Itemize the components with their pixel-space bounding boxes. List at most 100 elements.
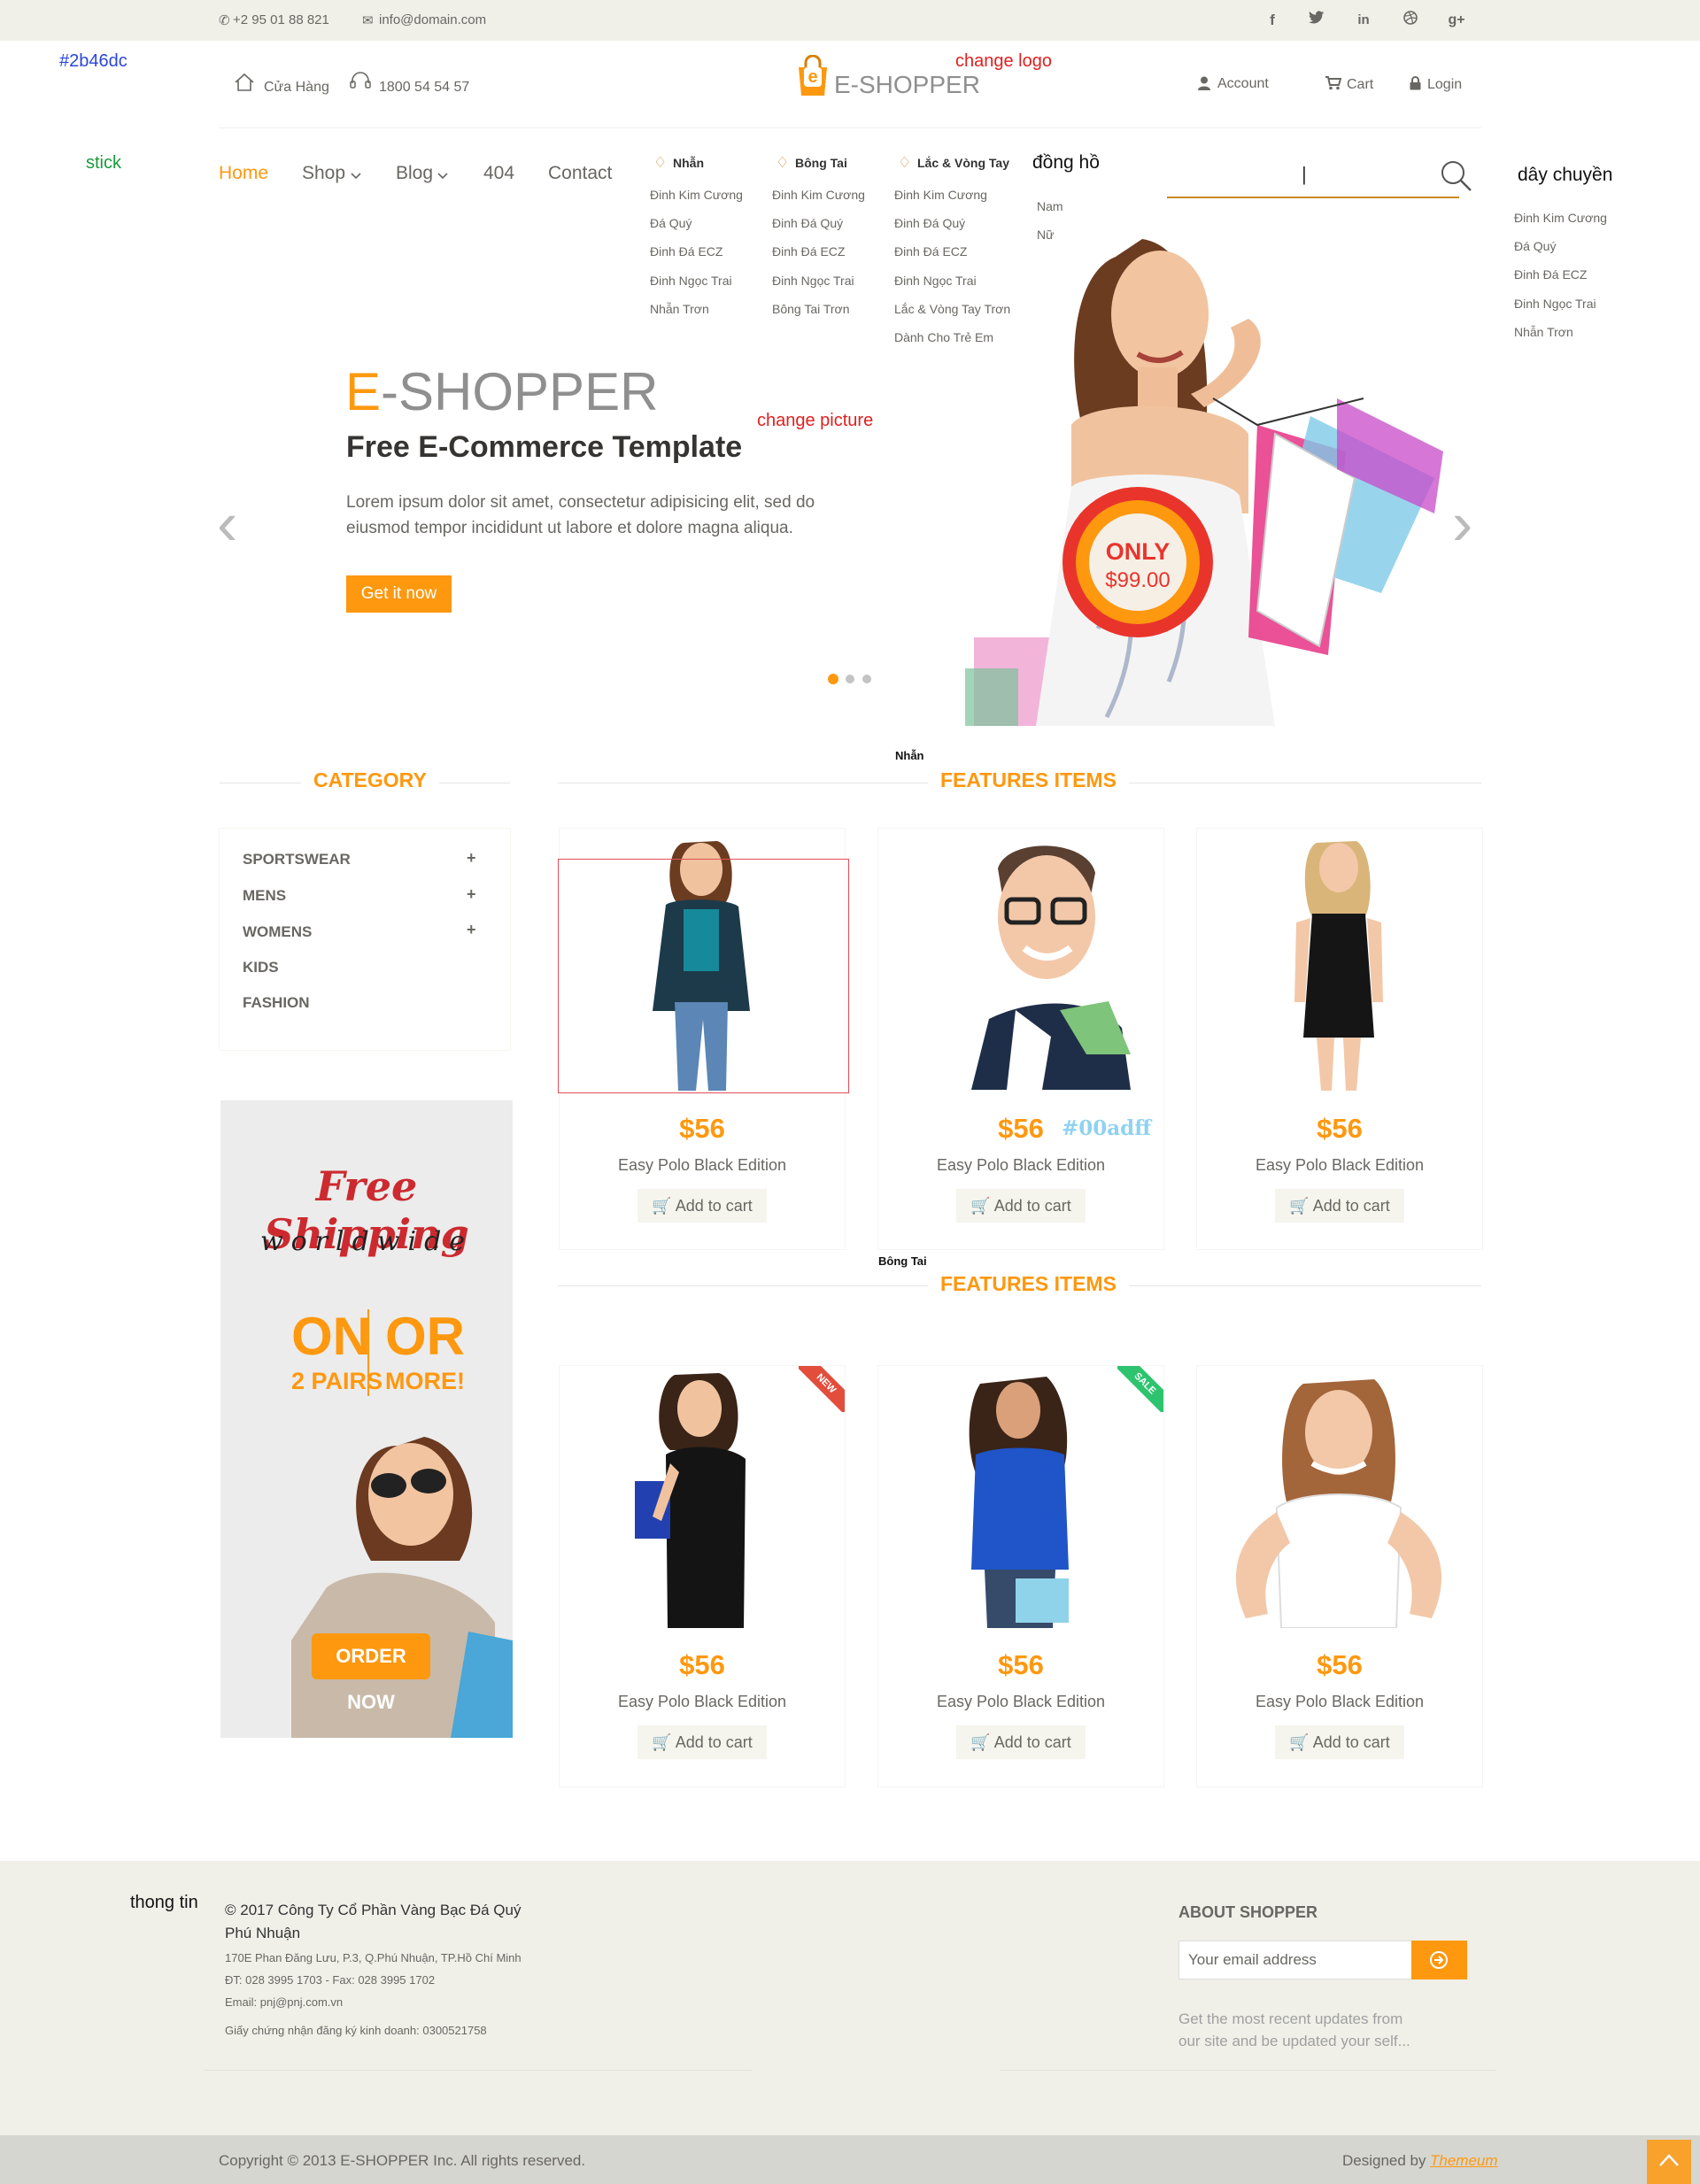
login-link[interactable]: Login [1427,77,1462,93]
facebook-icon[interactable]: f [1261,9,1284,32]
category-panel: SPORTSWEAR + MENS + WOMENS + KIDS FASHIO… [219,828,511,1051]
product-name[interactable]: Easy Polo Black Edition [1197,1156,1482,1175]
mega-col-title[interactable]: Nhẫn [673,156,704,170]
mega-item[interactable]: Bông Tai Trơn [772,302,850,316]
add-to-cart-button[interactable]: 🛒 Add to cart [1275,1189,1404,1223]
features-title: FEATURES ITEMS [928,1272,1129,1296]
get-it-now-button[interactable]: Get it now [346,575,452,613]
plus-icon[interactable]: + [467,921,476,939]
mega-item[interactable]: Đinh Ngọc Trai [772,274,854,288]
product-name[interactable]: Easy Polo Black Edition [1197,1693,1482,1711]
mega-item[interactable]: Đinh Kim Cương [650,188,743,202]
plus-icon[interactable]: + [467,849,476,868]
about-text: Get the most recent updates from our sit… [1178,2010,1410,2049]
add-to-cart-button[interactable]: 🛒 Add to cart [638,1189,767,1223]
annotation-thong-tin: thong tin [130,1893,198,1912]
shipping-banner[interactable]: Free Shipping worldwide ON 2 PAIRS OR MO… [220,1100,513,1738]
designed-by-label: Designed by [1342,2152,1426,2169]
mega-col-title-donghoo[interactable]: đồng hồ [1032,152,1100,174]
nav-shop[interactable]: Shop [302,163,345,184]
slider-brand: E-SHOPPER [345,361,658,422]
category-item[interactable]: SPORTSWEAR [243,851,351,868]
cart-link[interactable]: Cart [1347,77,1373,93]
mega-item[interactable]: Nhẫn Trơn [650,302,709,316]
search-icon[interactable] [1440,159,1473,197]
annotation-change-picture: change picture [757,411,874,430]
price-badge: ONLY $99.00 [1062,487,1213,637]
plus-icon[interactable]: + [467,885,476,904]
account-link[interactable]: Account [1217,76,1269,92]
topbar-email[interactable]: info@domain.com [379,12,486,27]
add-to-cart-label: Add to cart [993,1197,1071,1215]
product-image[interactable] [1206,1366,1472,1628]
product-name[interactable]: Easy Polo Black Edition [560,1156,845,1175]
slider-dot[interactable] [862,675,871,683]
product-card: SALE $56 Easy Polo Black Edition 🛒 Add t… [877,1365,1164,1787]
mega-item[interactable]: Đá Quý [650,216,692,230]
newsletter-email-input[interactable]: Your email address [1178,1941,1412,1979]
slider-dot[interactable] [846,675,854,683]
product-image[interactable] [954,833,1131,1090]
category-item[interactable]: KIDS [243,959,279,976]
footer-email[interactable]: Email: pnj@pnj.com.vn [225,1995,343,2009]
mega-col-title[interactable]: Lắc & Vòng Tay [917,156,1009,170]
product-image[interactable] [1286,834,1392,1091]
nav-404[interactable]: 404 [483,163,514,184]
mega-item[interactable]: Đinh Kim Cương [1514,211,1607,225]
add-to-cart-button[interactable]: 🛒 Add to cart [956,1725,1086,1759]
add-to-cart-button[interactable]: 🛒 Add to cart [956,1189,1086,1223]
slider-prev-arrow[interactable]: ‹ [217,492,237,554]
logo-text[interactable]: E-SHOPPER [834,71,980,99]
about-shopper-title: ABOUT SHOPPER [1178,1903,1318,1921]
mega-item[interactable]: Nam [1037,199,1063,213]
envelope-icon: ✉ [362,13,374,28]
mega-item[interactable]: Đinh Kim Cương [894,188,987,202]
mega-item[interactable]: Nhẫn Trơn [1514,325,1573,339]
mega-item[interactable]: Đinh Đá ECZ [772,244,845,259]
topbar-phone[interactable]: +2 95 01 88 821 [233,12,329,27]
designer-link[interactable]: Themeum [1430,2152,1498,2170]
category-item[interactable]: WOMENS [243,923,312,941]
order-now-button[interactable]: ORDER NOW [312,1633,430,1713]
mega-item[interactable]: Đinh Đá ECZ [650,244,722,259]
nav-contact[interactable]: Contact [548,163,612,184]
product-image[interactable] [630,1366,772,1628]
product-image[interactable] [954,1366,1086,1628]
cart-icon: 🛒 [1289,1197,1310,1215]
nav-blog[interactable]: Blog [396,163,433,184]
mega-item[interactable]: Đinh Đá ECZ [1514,267,1587,282]
add-to-cart-label: Add to cart [675,1197,753,1215]
store-link[interactable]: Cửa Hàng [264,80,329,96]
slider-dot-active[interactable] [828,674,838,684]
hotline[interactable]: 1800 54 54 57 [379,80,469,96]
linkedin-icon[interactable]: in [1352,9,1375,32]
headset-icon [349,71,372,96]
nav-home[interactable]: Home [219,163,268,184]
mega-item[interactable]: Đinh Đá Quý [772,216,843,230]
scroll-to-top-button[interactable] [1647,2140,1691,2184]
mega-col-title[interactable]: Bông Tai [795,156,847,170]
product-card: $56 Easy Polo Black Edition 🛒 Add to car… [1196,1365,1483,1787]
cart-icon: 🛒 [652,1197,672,1215]
dribbble-icon[interactable] [1399,9,1422,32]
mega-item[interactable]: Đinh Kim Cương [772,188,865,202]
mega-item[interactable]: Đinh Ngọc Trai [1514,297,1596,311]
logo-bag-icon[interactable]: e [795,54,831,97]
mega-item[interactable]: Đá Quý [1514,239,1556,253]
google-plus-icon[interactable]: g+ [1445,9,1468,32]
mega-item[interactable]: Đinh Ngọc Trai [650,274,732,288]
cart-icon [1325,76,1342,95]
category-item[interactable]: FASHION [243,994,310,1012]
category-item[interactable]: MENS [243,887,286,905]
twitter-icon[interactable] [1305,9,1328,32]
product-name[interactable]: Easy Polo Black Edition [560,1693,845,1711]
add-to-cart-button[interactable]: 🛒 Add to cart [1275,1725,1404,1759]
search-input[interactable]: | [1167,163,1459,198]
newsletter-submit-button[interactable] [1411,1941,1467,1979]
product-name[interactable]: Easy Polo Black Edition [878,1693,1163,1711]
product-name[interactable]: Easy Polo Black Edition [878,1156,1163,1175]
arrow-circle-right-icon [1430,1951,1448,1969]
annotation-stick: stick [86,153,121,173]
add-to-cart-button[interactable]: 🛒 Add to cart [638,1725,767,1759]
mega-col-title-daychuyen[interactable]: dây chuyền [1518,165,1612,186]
